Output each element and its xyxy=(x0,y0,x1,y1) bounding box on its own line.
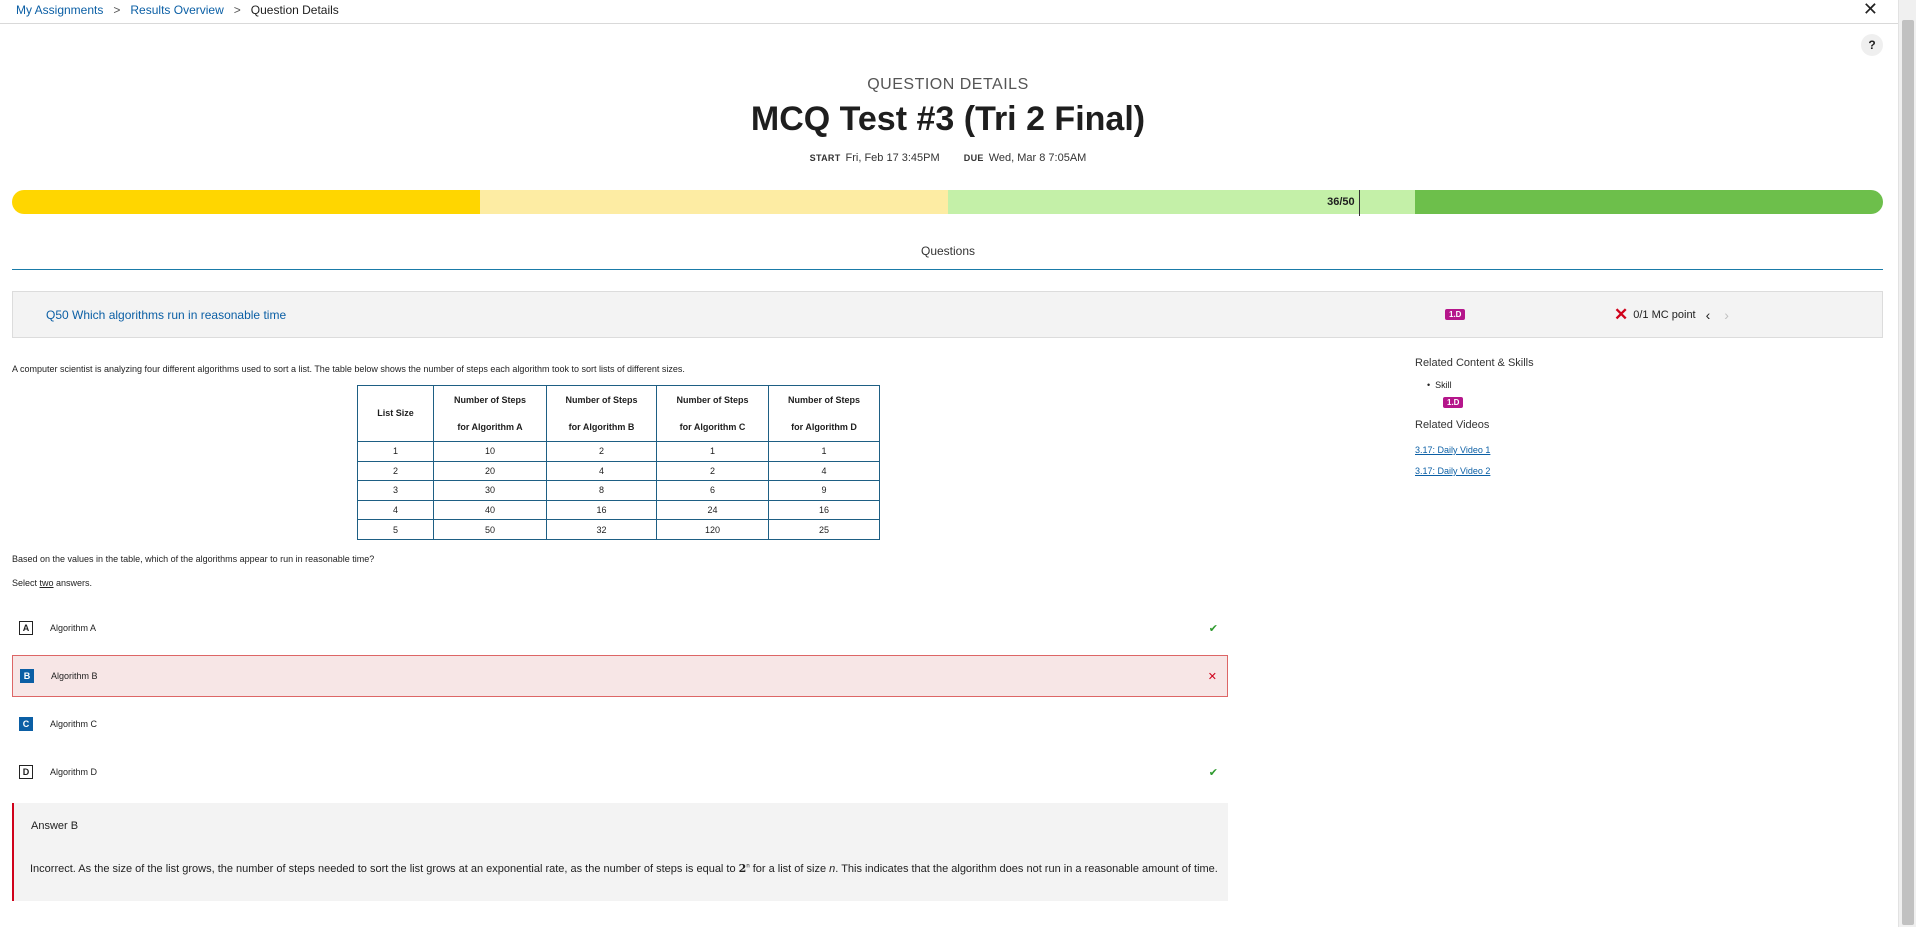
table-cell: 1 xyxy=(768,441,880,462)
explanation-text: Incorrect. As the size of the list grows… xyxy=(30,862,1218,875)
close-icon[interactable]: ✕ xyxy=(1863,0,1878,20)
table-header-cell: Number of Steps for Algorithm C xyxy=(656,385,769,442)
choice-text: Algorithm B xyxy=(51,671,98,681)
question-title[interactable]: Q50 Which algorithms run in reasonable t… xyxy=(46,308,286,322)
tab-questions[interactable]: Questions xyxy=(0,244,1896,258)
table-header-cell: Number of Steps for Algorithm D xyxy=(768,385,880,442)
score-label: 36/50 xyxy=(1327,196,1355,208)
video-link[interactable]: 3.17: Daily Video 2 xyxy=(1415,466,1490,476)
table-header-cell: Number of Steps for Algorithm A xyxy=(433,385,547,442)
choice-text: Algorithm A xyxy=(50,623,97,633)
choice-a[interactable]: A Algorithm A ✔ xyxy=(12,607,1228,649)
check-icon: ✔ xyxy=(1208,766,1218,779)
table-cell: 1 xyxy=(357,441,434,462)
score-progress-bar xyxy=(12,190,1883,214)
related-videos-title: Related Videos xyxy=(1415,419,1490,431)
choice-letter: B xyxy=(20,669,34,683)
chevron-left-icon[interactable]: ‹ xyxy=(1706,307,1711,323)
explanation-title: Answer B xyxy=(31,820,79,832)
choice-b[interactable]: B Algorithm B ✕ xyxy=(12,655,1228,697)
table-cell: 1 xyxy=(656,441,769,462)
score-text: 0/1 MC point xyxy=(1633,309,1696,321)
table-header-cell: List Size xyxy=(357,385,434,442)
skill-item: Skill xyxy=(1427,380,1452,390)
incorrect-icon: ✕ xyxy=(1614,305,1629,324)
table-cell: 32 xyxy=(546,519,657,540)
table-cell: 16 xyxy=(768,499,880,521)
answer-explanation: Answer B Incorrect. As the size of the l… xyxy=(12,803,1228,901)
table-cell: 2 xyxy=(546,441,657,462)
start-date: Fri, Feb 17 3:45PM xyxy=(845,152,940,164)
due-date: Wed, Mar 8 7:05AM xyxy=(988,152,1087,164)
progress-segment-1 xyxy=(12,190,480,214)
steps-table: List Size Number of Steps for Algorithm A… xyxy=(357,385,880,540)
chevron-right-icon[interactable]: › xyxy=(1724,307,1729,323)
breadcrumb: My Assignments > Results Overview > Ques… xyxy=(16,3,339,17)
question-prompt: A computer scientist is analyzing four d… xyxy=(12,364,685,374)
table-cell: 6 xyxy=(656,480,769,501)
table-cell: 8 xyxy=(546,480,657,501)
table-cell: 24 xyxy=(656,499,769,521)
table-row: 3 30 8 6 9 xyxy=(357,480,880,501)
table-cell: 3 xyxy=(357,480,434,501)
table-cell: 10 xyxy=(433,441,547,462)
table-cell: 2 xyxy=(357,460,434,482)
choice-letter: C xyxy=(19,717,33,731)
table-cell: 30 xyxy=(433,480,547,501)
scrollbar-thumb[interactable] xyxy=(1902,20,1914,925)
choice-c[interactable]: C Algorithm C xyxy=(12,703,1228,745)
start-label: START xyxy=(809,153,841,163)
table-row: 2 20 4 2 4 xyxy=(357,460,880,482)
table-cell: 4 xyxy=(768,460,880,482)
video-link[interactable]: 3.17: Daily Video 1 xyxy=(1415,445,1490,455)
top-bar: My Assignments > Results Overview > Ques… xyxy=(0,0,1898,24)
page-subtitle: QUESTION DETAILS xyxy=(867,76,1029,93)
breadcrumb-my-assignments[interactable]: My Assignments xyxy=(16,3,103,17)
breadcrumb-separator: > xyxy=(233,3,241,17)
tab-underline xyxy=(12,269,1883,270)
due-label: DUE xyxy=(963,153,984,163)
table-header-cell: Number of Steps for Algorithm B xyxy=(546,385,657,442)
table-cell: 40 xyxy=(433,499,547,521)
assignment-dates: START Fri, Feb 17 3:45PM DUE Wed, Mar 8 7:… xyxy=(0,152,1896,164)
table-cell: 2 xyxy=(656,460,769,482)
choice-d[interactable]: D Algorithm D ✔ xyxy=(12,751,1228,793)
breadcrumb-results-overview[interactable]: Results Overview xyxy=(130,3,223,17)
progress-segment-4 xyxy=(1415,190,1883,214)
check-icon: ✔ xyxy=(1208,622,1218,635)
score-marker xyxy=(1359,190,1361,216)
progress-segment-2 xyxy=(479,190,948,214)
vertical-scrollbar[interactable] xyxy=(1898,0,1916,927)
help-button[interactable]: ? xyxy=(1861,34,1883,56)
page-title: MCQ Test #3 (Tri 2 Final) xyxy=(750,100,1146,138)
related-content-title: Related Content & Skills xyxy=(1415,357,1534,369)
select-instruction: Select two answers. xyxy=(12,578,93,588)
skill-badge: 1.D xyxy=(1445,309,1466,320)
table-cell: 5 xyxy=(357,519,434,540)
table-row: 4 40 16 24 16 xyxy=(357,499,880,521)
close-icon: ✕ xyxy=(1207,670,1217,683)
table-row: 1 10 2 1 1 xyxy=(357,441,880,462)
table-cell: 9 xyxy=(768,480,880,501)
table-cell: 20 xyxy=(433,460,547,482)
question-text: Based on the values in the table, which … xyxy=(12,554,375,564)
table-cell: 4 xyxy=(546,460,657,482)
table-cell: 120 xyxy=(656,519,769,540)
table-cell: 4 xyxy=(357,499,434,521)
choice-text: Algorithm D xyxy=(50,767,98,777)
question-header-bar: Q50 Which algorithms run in reasonable t… xyxy=(12,291,1883,338)
skill-badge: 1.D xyxy=(1443,397,1464,408)
table-cell: 16 xyxy=(546,499,657,521)
choice-letter: D xyxy=(19,765,33,779)
table-row: 5 50 32 120 25 xyxy=(357,519,880,540)
breadcrumb-current: Question Details xyxy=(250,3,339,17)
choice-letter: A xyxy=(19,621,33,635)
table-header-row: List Size Number of Steps for Algorithm A… xyxy=(357,385,880,442)
table-cell: 50 xyxy=(433,519,547,540)
breadcrumb-separator: > xyxy=(113,3,121,17)
table-cell: 25 xyxy=(768,519,880,540)
question-score: ✕ 0/1 MC point ‹ › xyxy=(1614,305,1729,325)
choice-text: Algorithm C xyxy=(50,719,98,729)
